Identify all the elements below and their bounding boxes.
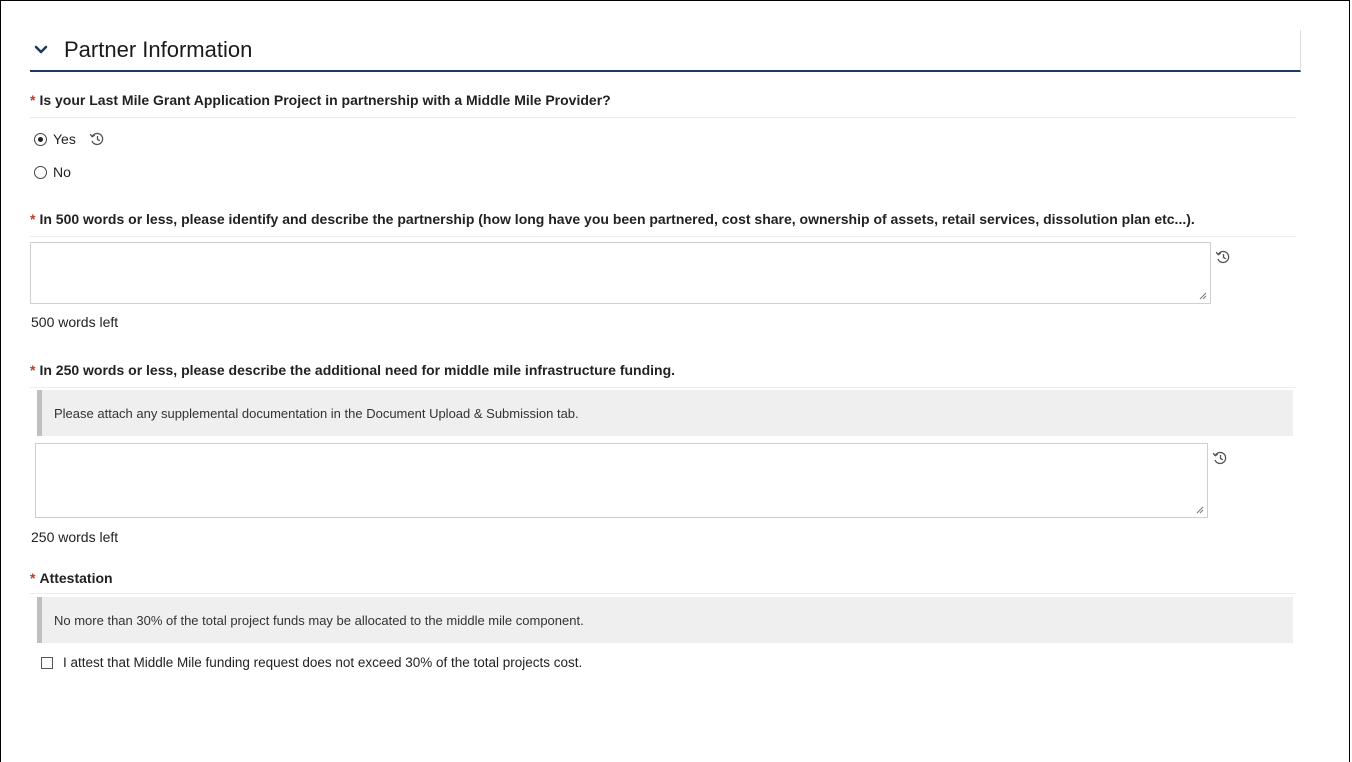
question-partnership-text: Is your Last Mile Grant Application Proj… (39, 92, 611, 108)
attestation-checkbox[interactable] (41, 656, 53, 669)
radio-yes[interactable]: Yes (34, 130, 106, 148)
divider (30, 236, 1296, 237)
chevron-down-icon (34, 40, 56, 60)
info-notice: Please attach any supplemental documenta… (37, 390, 1293, 436)
question-attestation-label: * Attestation (30, 570, 113, 586)
word-counter: 250 words left (31, 529, 119, 545)
middle-mile-need-textarea[interactable] (35, 443, 1208, 518)
required-marker: * (30, 570, 36, 586)
history-icon[interactable] (1211, 449, 1229, 467)
section-title: Partner Information (64, 37, 253, 62)
question-partnership-label: * Is your Last Mile Grant Application Pro… (30, 92, 611, 108)
info-notice-text: Please attach any supplemental documenta… (54, 405, 579, 421)
required-marker: * (30, 92, 36, 108)
resize-grip-icon[interactable] (1194, 504, 1204, 514)
radio-no-circle[interactable] (34, 165, 47, 179)
question-middle-mile-need-text: In 250 words or less, please describe th… (39, 362, 676, 378)
partnership-description-textarea[interactable] (30, 242, 1211, 304)
page-frame (0, 0, 1350, 762)
question-middle-mile-need-label: * In 250 words or less, please describe t… (30, 362, 675, 378)
required-marker: * (30, 211, 36, 227)
question-describe-partnership-text: In 500 words or less, please identify an… (39, 211, 1195, 227)
radio-no-label: No (53, 164, 71, 180)
question-attestation-text: Attestation (39, 570, 113, 586)
required-marker: * (30, 362, 36, 378)
divider (30, 117, 1296, 118)
word-counter: 500 words left (31, 314, 119, 330)
attestation-notice: No more than 30% of the total project fu… (37, 597, 1293, 643)
attestation-checkbox-row[interactable]: I attest that Middle Mile funding reques… (41, 655, 582, 670)
divider (30, 593, 1296, 594)
resize-grip-icon[interactable] (1197, 290, 1207, 300)
question-describe-partnership-label: * In 500 words or less, please identify a… (30, 211, 1195, 227)
section-header-partner-information[interactable]: Partner Information (30, 30, 1301, 72)
radio-yes-selected[interactable] (34, 132, 47, 146)
divider (30, 387, 1296, 388)
attestation-notice-text: No more than 30% of the total project fu… (54, 612, 584, 628)
radio-yes-label: Yes (53, 131, 76, 147)
history-icon[interactable] (1214, 248, 1232, 266)
radio-no[interactable]: No (34, 164, 71, 180)
history-icon[interactable] (88, 130, 106, 148)
attestation-checkbox-label: I attest that Middle Mile funding reques… (63, 655, 583, 670)
